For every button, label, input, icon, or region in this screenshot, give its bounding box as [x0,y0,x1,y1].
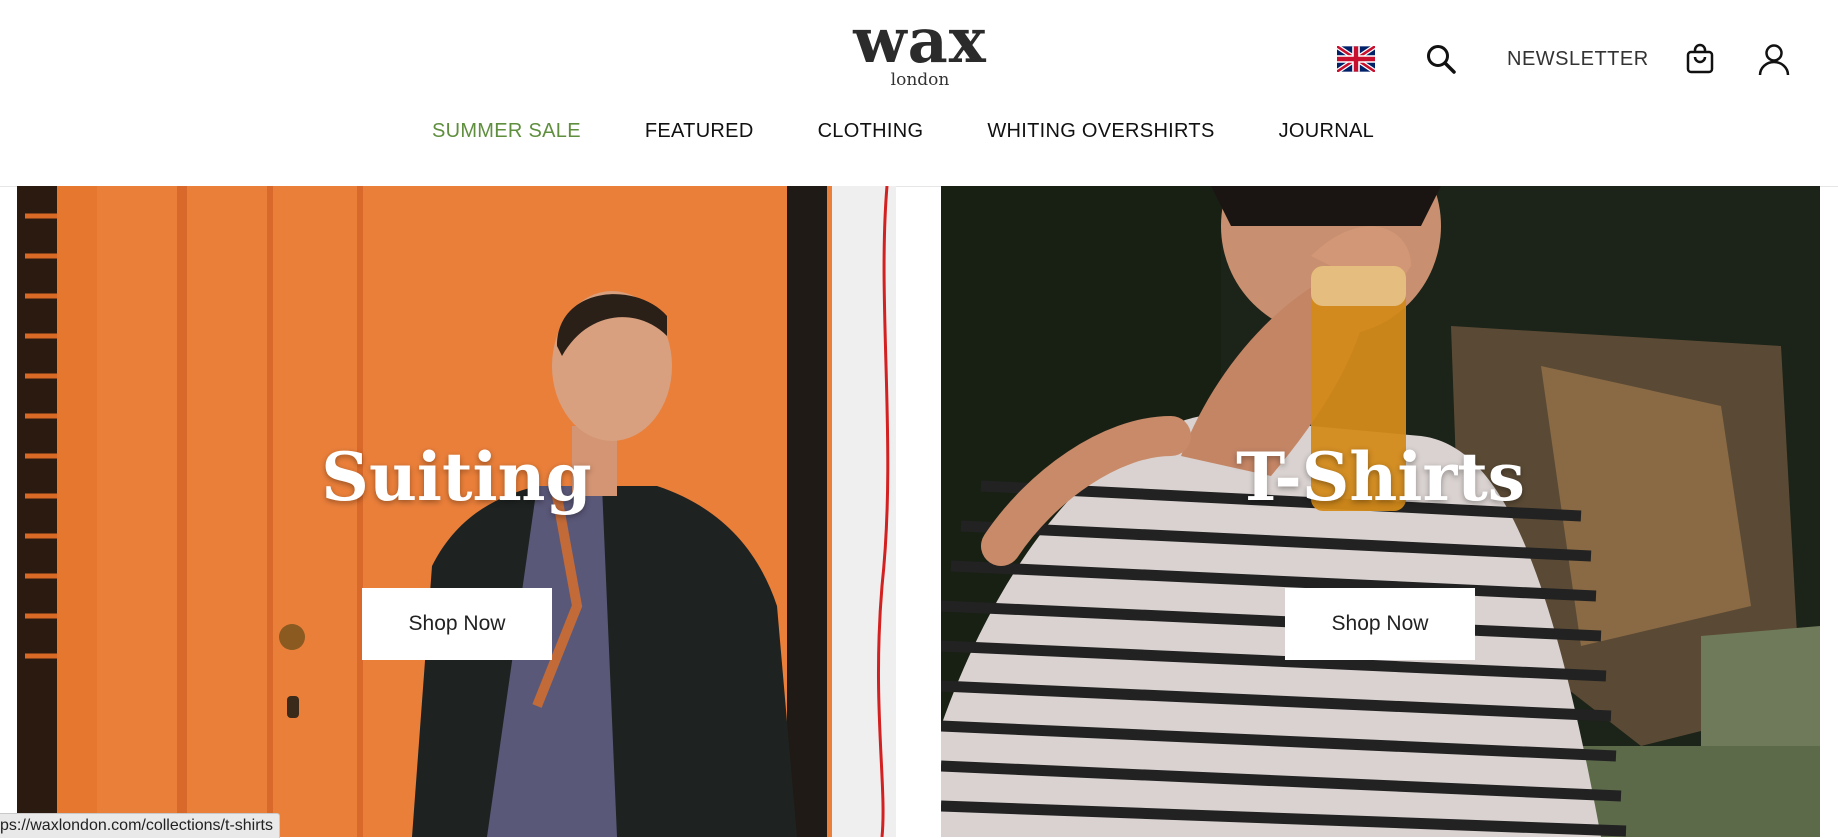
newsletter-link[interactable]: NEWSLETTER [1507,40,1649,78]
shop-now-button[interactable]: Shop Now [1285,588,1475,660]
cart-button[interactable] [1685,40,1715,78]
promo-t-shirts[interactable]: T-Shirts Shop Now [941,186,1820,837]
search-button[interactable] [1425,40,1457,78]
nav-item-featured[interactable]: FEATURED [645,120,754,143]
uk-flag-icon [1337,46,1375,72]
promo-title: T-Shirts [1236,438,1525,516]
shop-now-button[interactable]: Shop Now [362,588,552,660]
nav-item-whiting-overshirts[interactable]: WHITING OVERSHIRTS [987,120,1214,143]
logo-wordmark: wax [853,4,987,77]
nav-item-summer-sale[interactable]: SUMMER SALE [432,120,581,143]
browser-status-url: ps://waxlondon.com/collections/t-shirts [0,813,280,838]
nav-item-journal[interactable]: JOURNAL [1279,120,1374,143]
promo-title: Suiting [321,438,592,516]
account-button[interactable] [1757,40,1791,78]
site-header: wax london NEWSLETTER SUMMER SALE FEATUR… [0,0,1838,187]
account-icon [1758,44,1790,76]
language-selector[interactable] [1337,40,1375,78]
search-icon [1427,45,1456,74]
promo-suiting[interactable]: Suiting Shop Now [17,186,896,837]
cart-icon [1686,43,1714,74]
nav-item-clothing[interactable]: CLOTHING [818,120,924,143]
main-nav: SUMMER SALE FEATURED CLOTHING WHITING OV… [0,120,1838,143]
brand-logo[interactable]: wax london [840,4,1000,91]
